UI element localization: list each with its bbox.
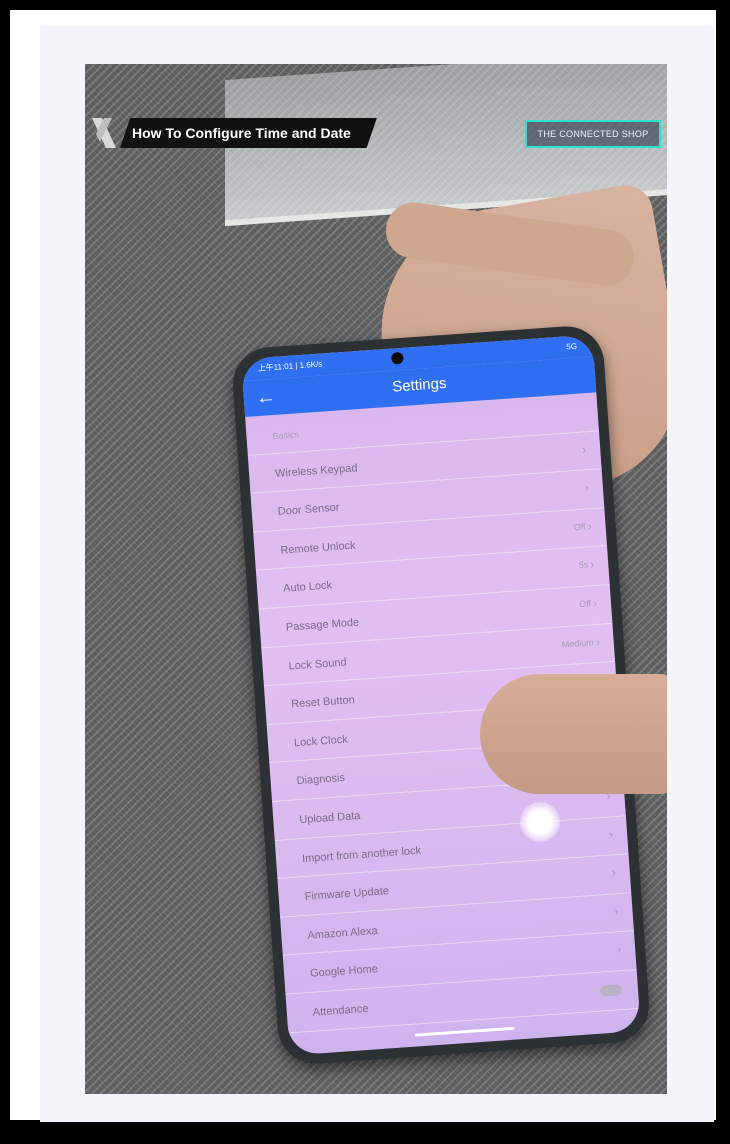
settings-row-label: Firmware Update — [304, 885, 390, 904]
toggle-switch[interactable] — [599, 984, 623, 997]
home-indicator[interactable] — [414, 1026, 515, 1037]
settings-row-label: Lock Clock — [293, 733, 349, 750]
settings-row-value: 5s — [578, 559, 589, 571]
settings-row-label: Lock Sound — [288, 656, 348, 673]
settings-row-label: Upload Data — [298, 809, 361, 827]
brand-badge: THE CONNECTED SHOP — [525, 120, 661, 148]
settings-row-label: Remote Unlock — [280, 539, 356, 557]
settings-row-value: Off — [573, 521, 586, 533]
settings-row-label: Passage Mode — [285, 616, 360, 634]
channel-logo-icon — [92, 118, 116, 148]
chevron-right-icon: › — [584, 480, 590, 495]
settings-row-value: Off — [578, 598, 592, 610]
settings-row-label: Attendance — [312, 1002, 369, 1019]
chevron-right-icon: › — [592, 595, 598, 611]
settings-row-label: Reset Button — [290, 694, 356, 711]
camera-icon — [390, 351, 404, 365]
settings-row-label: Import from another lock — [301, 844, 422, 865]
chevron-right-icon: › — [595, 634, 601, 649]
touch-indicator-icon — [520, 802, 560, 842]
video-frame: How To Configure Time and Date THE CONNE… — [85, 64, 667, 1094]
settings-row-label: Diagnosis — [296, 772, 346, 788]
chevron-right-icon: › — [587, 518, 593, 534]
chevron-right-icon: › — [616, 942, 622, 957]
chevron-right-icon: › — [581, 441, 587, 457]
hand-pointing — [480, 674, 667, 794]
status-network: 5G — [566, 341, 578, 352]
settings-row-label: Basics — [272, 429, 300, 442]
settings-row-label: Wireless Keypad — [274, 461, 358, 480]
chevron-right-icon: › — [614, 903, 619, 919]
settings-row-label: Amazon Alexa — [307, 924, 379, 942]
chevron-right-icon: › — [611, 865, 617, 880]
settings-row-label: Google Home — [309, 963, 379, 981]
chevron-right-icon: › — [608, 826, 614, 842]
settings-row-label: Door Sensor — [277, 501, 340, 519]
settings-row-value: Medium — [561, 636, 595, 650]
chevron-right-icon: › — [589, 557, 595, 572]
video-title-banner: How To Configure Time and Date — [120, 118, 377, 148]
settings-row-label: Auto Lock — [282, 579, 333, 596]
